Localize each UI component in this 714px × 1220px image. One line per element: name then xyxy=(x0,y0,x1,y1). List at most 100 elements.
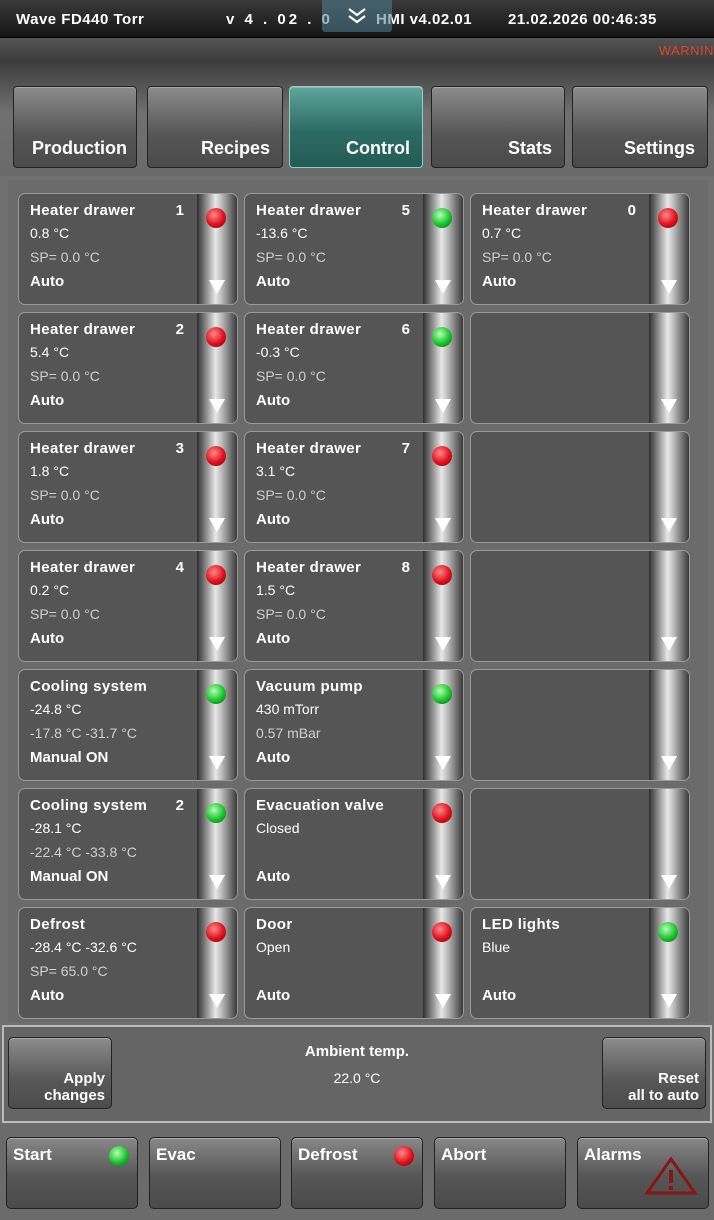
tile-dropdown-handle[interactable] xyxy=(197,551,237,661)
tile-dropdown-handle[interactable] xyxy=(649,194,689,304)
tile-heater-drawer-1[interactable]: Heater drawer 0.8 °C SP= 0.0 °C Auto 1 xyxy=(18,193,238,305)
tile-dropdown-handle[interactable] xyxy=(649,313,689,423)
tile-defrost[interactable]: Defrost -28.4 °C -32.6 °C SP= 65.0 °C Auto xyxy=(18,907,238,1019)
tab-settings[interactable]: Settings xyxy=(572,86,708,168)
tile-heater-drawer-2[interactable]: Heater drawer 5.4 °C SP= 0.0 °C Auto 2 xyxy=(18,312,238,424)
tile-empty[interactable] xyxy=(470,669,690,781)
tile-heater-drawer-6[interactable]: Heater drawer -0.3 °C SP= 0.0 °C Auto 6 xyxy=(244,312,464,424)
tile-title: Heater drawer xyxy=(30,321,136,338)
tile-heater-drawer-5[interactable]: Heater drawer -13.6 °C SP= 0.0 °C Auto 5 xyxy=(244,193,464,305)
tile-value: 0.8 °C xyxy=(30,225,70,241)
tile-mode: Auto xyxy=(256,273,291,290)
tile-led-lights[interactable]: LED lights Blue Auto xyxy=(470,907,690,1019)
tile-dropdown-handle[interactable] xyxy=(423,789,463,899)
tile-number: 3 xyxy=(175,440,184,457)
tile-dropdown-handle[interactable] xyxy=(649,908,689,1018)
tile-cooling-system-2[interactable]: Cooling system -28.1 °C -22.4 °C -33.8 °C M… xyxy=(18,788,238,900)
tile-dropdown-handle[interactable] xyxy=(423,908,463,1018)
tile-value: Closed xyxy=(256,820,300,836)
tile-detail: SP= 0.0 °C xyxy=(30,606,100,622)
red-status-led-icon xyxy=(206,922,226,942)
green-status-led-icon xyxy=(658,922,678,942)
tile-title: Defrost xyxy=(30,916,86,933)
triangle-down-icon xyxy=(209,518,225,532)
triangle-down-icon xyxy=(435,875,451,889)
tile-mode: Auto xyxy=(482,273,517,290)
tile-number: 6 xyxy=(401,321,410,338)
tile-dropdown-handle[interactable] xyxy=(423,670,463,780)
tile-dropdown-handle[interactable] xyxy=(197,194,237,304)
triangle-down-icon xyxy=(209,399,225,413)
tile-title: Evacuation valve xyxy=(256,797,385,814)
red-status-led-icon xyxy=(394,1146,414,1166)
tile-value: 3.1 °C xyxy=(256,463,296,479)
tile-dropdown-handle[interactable] xyxy=(423,194,463,304)
tab-label: Recipes xyxy=(200,138,270,158)
tile-dropdown-handle[interactable] xyxy=(423,551,463,661)
tile-dropdown-handle[interactable] xyxy=(649,789,689,899)
red-status-led-icon xyxy=(432,446,452,466)
tab-control[interactable]: Control xyxy=(289,86,423,168)
tile-evacuation-valve[interactable]: Evacuation valve Closed Auto xyxy=(244,788,464,900)
triangle-down-icon xyxy=(661,399,677,413)
tile-door[interactable]: Door Open Auto xyxy=(244,907,464,1019)
start-button[interactable]: Start xyxy=(6,1137,138,1209)
tile-cooling-system[interactable]: Cooling system -24.8 °C -17.8 °C -31.7 °C M… xyxy=(18,669,238,781)
tile-heater-drawer-8[interactable]: Heater drawer 1.5 °C SP= 0.0 °C Auto 8 xyxy=(244,550,464,662)
green-status-led-icon xyxy=(432,684,452,704)
red-status-led-icon xyxy=(658,208,678,228)
tab-recipes[interactable]: Recipes xyxy=(147,86,283,168)
triangle-down-icon xyxy=(209,280,225,294)
tile-detail: 0.57 mBar xyxy=(256,725,321,741)
tile-dropdown-handle[interactable] xyxy=(197,908,237,1018)
tile-dropdown-handle[interactable] xyxy=(423,313,463,423)
tile-empty[interactable] xyxy=(470,431,690,543)
warning-triangle-icon xyxy=(644,1156,698,1195)
tile-empty[interactable] xyxy=(470,788,690,900)
tile-value: 1.5 °C xyxy=(256,582,296,598)
tile-vacuum-pump[interactable]: Vacuum pump 430 mTorr 0.57 mBar Auto xyxy=(244,669,464,781)
evac-button[interactable]: Evac xyxy=(149,1137,281,1209)
tile-dropdown-handle[interactable] xyxy=(197,789,237,899)
tile-mode: Auto xyxy=(30,392,65,409)
green-status-led-icon xyxy=(109,1146,129,1166)
tile-dropdown-handle[interactable] xyxy=(649,432,689,542)
triangle-down-icon xyxy=(435,399,451,413)
tile-dropdown-handle[interactable] xyxy=(197,670,237,780)
tile-dropdown-handle[interactable] xyxy=(197,432,237,542)
footer-button-label: Start xyxy=(13,1145,52,1164)
tile-heater-drawer-4[interactable]: Heater drawer 0.2 °C SP= 0.0 °C Auto 4 xyxy=(18,550,238,662)
tile-title: Heater drawer xyxy=(256,321,362,338)
tab-label: Production xyxy=(32,138,127,158)
tab-production[interactable]: Production xyxy=(13,86,137,168)
tile-heater-drawer-3[interactable]: Heater drawer 1.8 °C SP= 0.0 °C Auto 3 xyxy=(18,431,238,543)
tile-dropdown-handle[interactable] xyxy=(197,313,237,423)
tile-value: -28.1 °C xyxy=(30,820,82,836)
tile-dropdown-handle[interactable] xyxy=(423,432,463,542)
tile-mode: Auto xyxy=(256,868,291,885)
reset-all-to-auto-button[interactable]: Reset all to auto xyxy=(602,1037,706,1109)
tab-label: Stats xyxy=(507,138,552,158)
tile-mode: Manual ON xyxy=(30,749,109,766)
abort-button[interactable]: Abort xyxy=(434,1137,566,1209)
tile-heater-drawer-0[interactable]: Heater drawer 0.7 °C SP= 0.0 °C Auto 0 xyxy=(470,193,690,305)
tile-detail: SP= 0.0 °C xyxy=(256,249,326,265)
tile-dropdown-handle[interactable] xyxy=(649,670,689,780)
tile-mode: Auto xyxy=(30,511,65,528)
footer-button-label: Abort xyxy=(441,1145,487,1164)
triangle-down-icon xyxy=(661,280,677,294)
tile-empty[interactable] xyxy=(470,312,690,424)
warning-ticker[interactable]: WARNIN xyxy=(659,43,714,58)
alarms-button[interactable]: Alarms xyxy=(577,1137,709,1209)
tile-value: -0.3 °C xyxy=(256,344,300,360)
status-strip: WARNIN xyxy=(0,38,714,60)
triangle-down-icon xyxy=(435,280,451,294)
tile-dropdown-handle[interactable] xyxy=(649,551,689,661)
tile-title: LED lights xyxy=(482,916,561,933)
collapse-toggle[interactable] xyxy=(322,0,392,32)
tile-empty[interactable] xyxy=(470,550,690,662)
tile-number: 2 xyxy=(175,321,184,338)
tile-heater-drawer-7[interactable]: Heater drawer 3.1 °C SP= 0.0 °C Auto 7 xyxy=(244,431,464,543)
defrost-button[interactable]: Defrost xyxy=(291,1137,423,1209)
tab-stats[interactable]: Stats xyxy=(431,86,565,168)
